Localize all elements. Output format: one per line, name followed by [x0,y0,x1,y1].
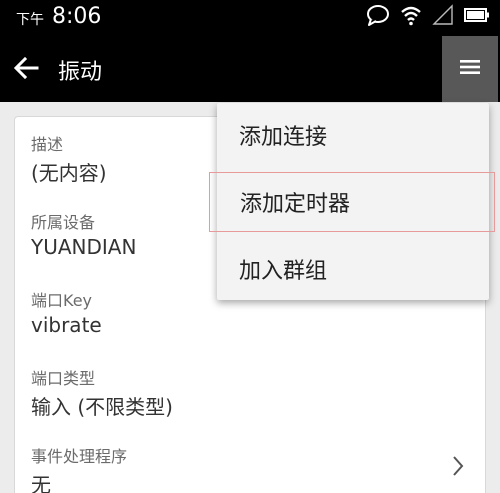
field-label: 事件处理程序 [31,447,128,466]
status-ampm: 下午 [16,12,44,28]
field-value: 无 [31,473,51,493]
menu-item-join-group[interactable]: 加入群组 [217,239,489,299]
field-event-handler[interactable]: 事件处理程序 无 [31,443,127,493]
field-value: vibrate [31,313,102,337]
field-port-type[interactable]: 端口类型 输入 (不限类型) [31,365,173,420]
status-time: 8:06 [52,4,102,29]
field-label: 所属设备 [31,213,96,232]
field-label: 描述 [31,135,64,154]
status-bar: 下午 8:06 [0,0,500,36]
chat-icon [366,4,390,30]
signal-icon [432,4,454,30]
app-bar: 振动 [0,36,500,102]
back-arrow-icon[interactable] [12,54,42,84]
field-label: 端口Key [31,291,93,310]
field-device[interactable]: 所属设备 YUANDIAN [31,209,136,259]
menu-icon [460,59,480,79]
page-title: 振动 [58,60,103,85]
status-icons [366,4,490,30]
field-value: (无内容) [31,161,107,185]
menu-item-add-timer[interactable]: 添加定时器 [209,172,495,232]
menu-button[interactable] [442,36,498,102]
field-value: 输入 (不限类型) [31,395,173,419]
overflow-menu: 添加连接 添加定时器 加入群组 [209,103,495,300]
chevron-right-icon[interactable] [451,455,465,477]
wifi-icon [400,4,422,30]
field-port-key[interactable]: 端口Key vibrate [31,287,102,337]
battery-icon [464,4,490,30]
field-value: YUANDIAN [31,235,137,259]
field-label: 端口类型 [31,369,96,388]
field-description[interactable]: 描述 (无内容) [31,131,107,186]
menu-item-add-connection[interactable]: 添加连接 [217,105,489,165]
